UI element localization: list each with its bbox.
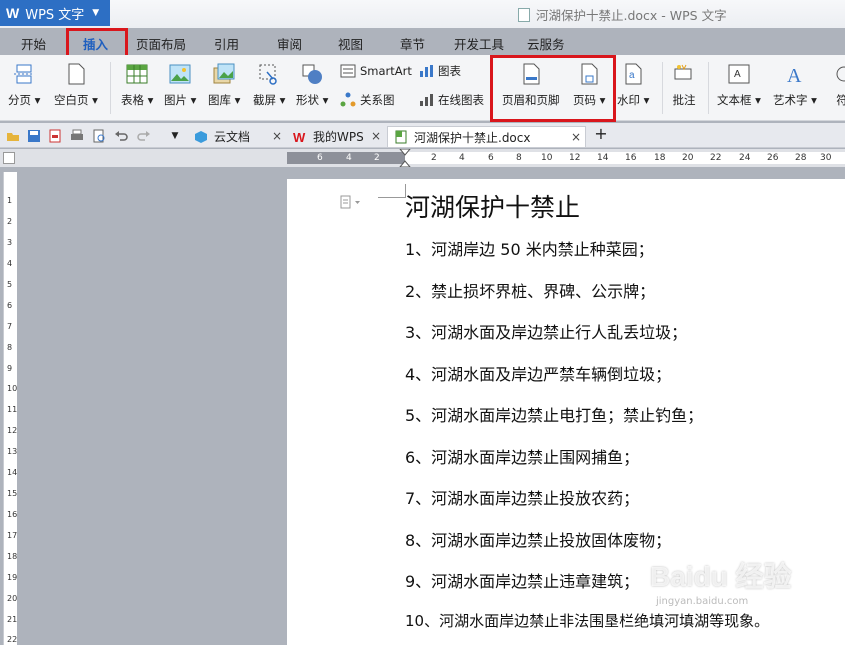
text-box-button[interactable]: A 文本框 ▾	[717, 62, 761, 108]
watermark-icon: a	[621, 62, 645, 86]
wps-logo-icon: W	[293, 130, 307, 144]
document-heading: 河湖保护十禁止	[405, 193, 581, 222]
tab-view[interactable]: 视图	[338, 34, 363, 53]
horizontal-ruler[interactable]: 6 4 2 2 4 6 8 10 12 14 16 18 20 22 24 26…	[0, 149, 845, 167]
gallery-icon	[212, 62, 236, 86]
baidu-watermark: Baidu 经验	[650, 561, 792, 592]
document-paragraph: 4、河湖水面及岸边严禁车辆倒垃圾；	[405, 365, 672, 384]
wps-menu-button[interactable]: W WPS 文字 ▼	[0, 0, 110, 26]
relationship-chart-button[interactable]: 关系图	[340, 92, 395, 108]
print-preview-icon[interactable]	[92, 129, 106, 143]
margin-corner-mark	[378, 184, 406, 198]
tab-review[interactable]: 审阅	[277, 34, 302, 53]
document-icon	[518, 7, 530, 22]
watermark-button[interactable]: a 水印 ▾	[617, 62, 649, 108]
document-paragraph: 1、河湖岸边 50 米内禁止种菜园；	[405, 240, 654, 259]
table-button[interactable]: 表格 ▾	[121, 62, 153, 108]
comment-button[interactable]: 批注	[672, 62, 696, 108]
doc-tab-cloud[interactable]: 云文档 ×	[188, 126, 286, 147]
wps-logo-icon: W	[6, 5, 20, 21]
online-chart-button[interactable]: 在线图表	[418, 92, 484, 108]
document-tab-bar: ▼ 云文档 × W 我的WPS × 河湖保护十禁止.docx × +	[0, 123, 845, 148]
chart-button[interactable]: 图表	[418, 63, 461, 79]
svg-text:A: A	[734, 69, 741, 80]
gallery-button[interactable]: 图库 ▾	[208, 62, 240, 108]
baidu-watermark-url: jingyan.baidu.com	[656, 596, 749, 607]
blank-page-icon	[64, 62, 88, 86]
tab-page-layout[interactable]: 页面布局	[136, 34, 186, 53]
highlight-insert-tab	[66, 28, 128, 58]
text-box-icon: A	[727, 62, 751, 86]
redo-icon[interactable]	[137, 129, 151, 143]
close-icon[interactable]: ×	[571, 130, 581, 144]
word-art-icon: A	[783, 62, 807, 86]
tab-stop-selector[interactable]	[3, 152, 15, 164]
word-art-button[interactable]: A 艺术字 ▾	[773, 62, 817, 108]
save-icon[interactable]	[27, 129, 41, 143]
window-title-text: 河湖保护十禁止.docx - WPS 文字	[536, 8, 727, 23]
highlight-header-footer-group	[490, 55, 616, 122]
cloud-docs-icon	[194, 130, 208, 144]
title-bar: W WPS 文字 ▼ 河湖保护十禁止.docx - WPS 文字	[0, 0, 845, 28]
tab-developer[interactable]: 开发工具	[454, 34, 504, 53]
document-paragraph: 6、河湖水面岸边禁止围网捕鱼；	[405, 448, 640, 467]
tab-section[interactable]: 章节	[400, 34, 425, 53]
print-icon[interactable]	[70, 129, 84, 143]
svg-text:W: W	[293, 130, 306, 144]
online-chart-icon	[418, 92, 434, 108]
close-icon[interactable]: ×	[272, 129, 282, 143]
close-icon[interactable]: ×	[371, 129, 381, 143]
tab-cloud-service[interactable]: 云服务	[527, 34, 565, 53]
open-folder-icon[interactable]	[6, 129, 20, 143]
new-tab-icon[interactable]: +	[594, 124, 608, 143]
tab-home[interactable]: 开始	[21, 34, 46, 53]
smartart-button[interactable]: SmartArt	[340, 63, 412, 79]
table-icon	[125, 62, 149, 86]
symbol-icon	[830, 62, 845, 86]
document-paragraph: 5、河湖水面岸边禁止电打鱼；禁止钓鱼；	[405, 406, 704, 425]
smartart-icon	[340, 63, 356, 79]
document-paragraph: 8、河湖水面岸边禁止投放固体废物；	[405, 531, 672, 550]
page-break-button[interactable]: 分页 ▾	[8, 62, 40, 108]
picture-icon	[168, 62, 192, 86]
document-icon	[394, 130, 408, 144]
page-break-icon	[12, 62, 36, 86]
document-paragraph: 2、禁止损坏界桩、界碑、公示牌；	[405, 282, 656, 301]
scissors-icon	[257, 62, 281, 86]
document-paragraph: 7、河湖水面岸边禁止投放农药；	[405, 489, 640, 508]
symbol-button[interactable]: 符	[830, 62, 845, 108]
tab-references[interactable]: 引用	[214, 34, 239, 53]
document-menu-icon[interactable]	[338, 195, 362, 209]
ribbon-separator	[110, 62, 111, 114]
chevron-down-icon: ▼	[92, 8, 100, 18]
document-paragraph: 9、河湖水面岸边禁止违章建筑；	[405, 572, 640, 591]
doc-tab-my-wps[interactable]: W 我的WPS ×	[287, 126, 385, 147]
document-paragraph: 10、河湖水面岸边禁止非法围垦栏绝填河填湖等现象。	[405, 612, 770, 630]
window-title: 河湖保护十禁止.docx - WPS 文字	[518, 5, 727, 24]
ribbon-separator	[708, 62, 709, 114]
screenshot-button[interactable]: 截屏 ▾	[253, 62, 285, 108]
blank-page-button[interactable]: 空白页 ▾	[54, 62, 98, 108]
export-pdf-icon[interactable]	[48, 129, 62, 143]
shapes-button[interactable]: 形状 ▾	[296, 62, 328, 108]
customize-toolbar-icon[interactable]: ▼	[168, 129, 182, 143]
svg-text:a: a	[629, 70, 635, 81]
indent-marker-icon[interactable]	[399, 149, 411, 167]
svg-text:A: A	[787, 65, 802, 86]
picture-button[interactable]: 图片 ▾	[164, 62, 196, 108]
shapes-icon	[300, 62, 324, 86]
doc-tab-active-document[interactable]: 河湖保护十禁止.docx ×	[387, 126, 586, 147]
undo-icon[interactable]	[114, 129, 128, 143]
ribbon-separator	[662, 62, 663, 114]
app-name: WPS 文字	[25, 7, 85, 23]
document-paragraph: 3、河湖水面及岸边禁止行人乱丢垃圾；	[405, 323, 688, 342]
relationship-icon	[340, 92, 356, 108]
chart-icon	[418, 63, 434, 79]
comment-icon	[672, 62, 696, 86]
vertical-ruler[interactable]: 1 2 3 4 5 6 7 8 9 10 11 12 13 14 15 16 1…	[3, 172, 17, 645]
